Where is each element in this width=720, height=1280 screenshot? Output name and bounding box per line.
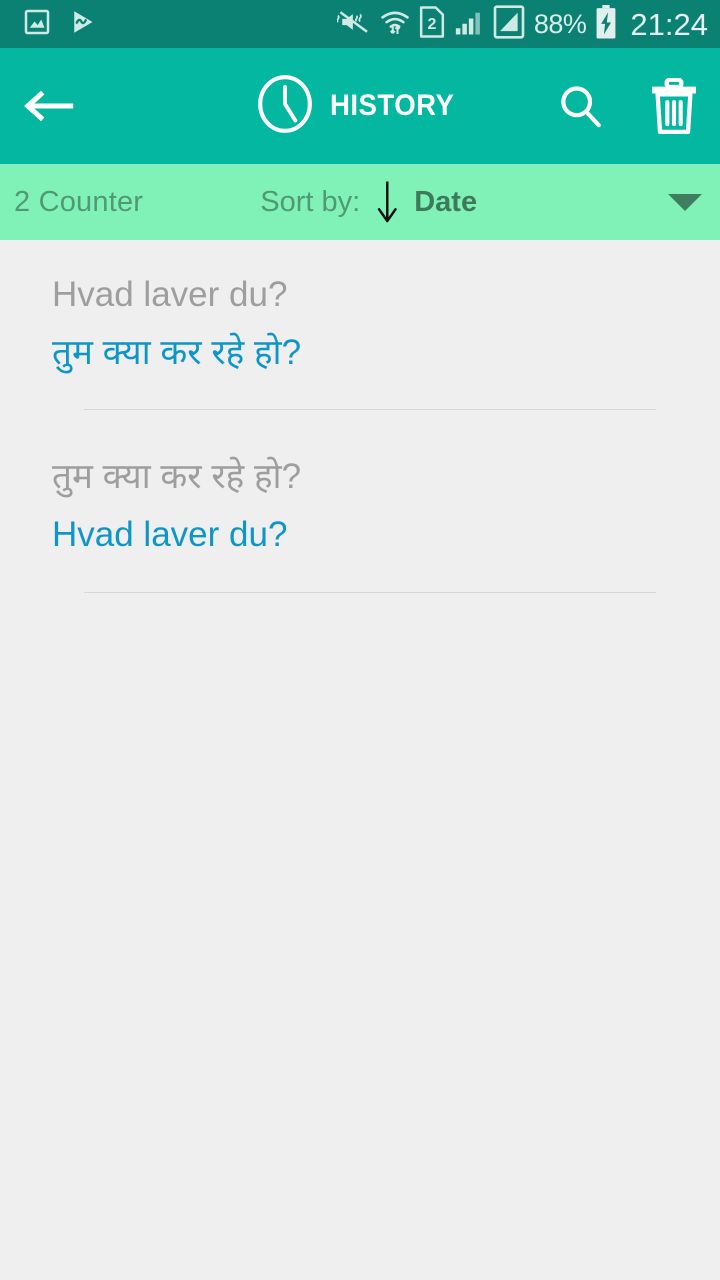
history-source-text: तुम क्या कर रहे हो? bbox=[52, 457, 302, 497]
sort-control[interactable]: Sort by: Date bbox=[260, 164, 477, 240]
delete-all-button[interactable] bbox=[646, 78, 702, 134]
back-button[interactable] bbox=[22, 77, 80, 135]
list-item[interactable]: तुम क्या कर रहे हो? Hvad laver du? bbox=[0, 422, 720, 604]
trash-icon bbox=[652, 78, 696, 134]
volume-mute-vibrate-icon bbox=[336, 7, 371, 42]
sim-2-icon: 2 bbox=[419, 5, 445, 43]
battery-charging-icon bbox=[595, 4, 617, 44]
history-counter: 2 Counter bbox=[14, 185, 144, 218]
status-bar-clock: 21:24 bbox=[630, 6, 708, 42]
clock-icon bbox=[254, 73, 316, 140]
status-bar-left-icons bbox=[22, 7, 98, 42]
history-screen: 2 88% 21:24 HISTORY 2 Counter Sort by: D… bbox=[0, 0, 720, 1280]
battery-percent: 88% bbox=[533, 8, 587, 39]
wifi-transfer-icon bbox=[380, 7, 410, 42]
search-button[interactable] bbox=[552, 78, 608, 134]
sort-by-label: Sort by: bbox=[260, 185, 361, 218]
list-divider bbox=[84, 591, 656, 593]
page-title: HISTORY bbox=[330, 89, 455, 122]
svg-text:2: 2 bbox=[427, 15, 436, 32]
media-play-icon bbox=[68, 7, 98, 42]
history-source-text: Hvad laver du? bbox=[52, 275, 288, 314]
mobile-data-icon bbox=[493, 4, 525, 44]
list-item[interactable]: Hvad laver du? तुम क्या कर रहे हो? bbox=[0, 240, 720, 422]
list-divider bbox=[84, 409, 656, 411]
chevron-down-icon[interactable] bbox=[668, 193, 702, 211]
arrow-down-icon[interactable] bbox=[374, 180, 400, 224]
sort-bar: 2 Counter Sort by: Date bbox=[0, 164, 720, 240]
history-target-text: तुम क्या कर रहे हो? bbox=[52, 332, 302, 372]
signal-bars-icon bbox=[454, 7, 484, 42]
action-bar: HISTORY bbox=[0, 48, 720, 164]
history-target-text: Hvad laver du? bbox=[52, 515, 288, 555]
search-icon bbox=[561, 86, 601, 128]
status-bar-right-icons: 2 88% 21:24 bbox=[336, 4, 708, 44]
status-bar: 2 88% 21:24 bbox=[0, 0, 720, 48]
screenshot-icon bbox=[22, 7, 52, 42]
action-bar-actions bbox=[552, 78, 702, 134]
sort-by-value[interactable]: Date bbox=[414, 186, 477, 219]
history-list[interactable]: Hvad laver du? तुम क्या कर रहे हो? तुम क… bbox=[0, 240, 720, 1280]
